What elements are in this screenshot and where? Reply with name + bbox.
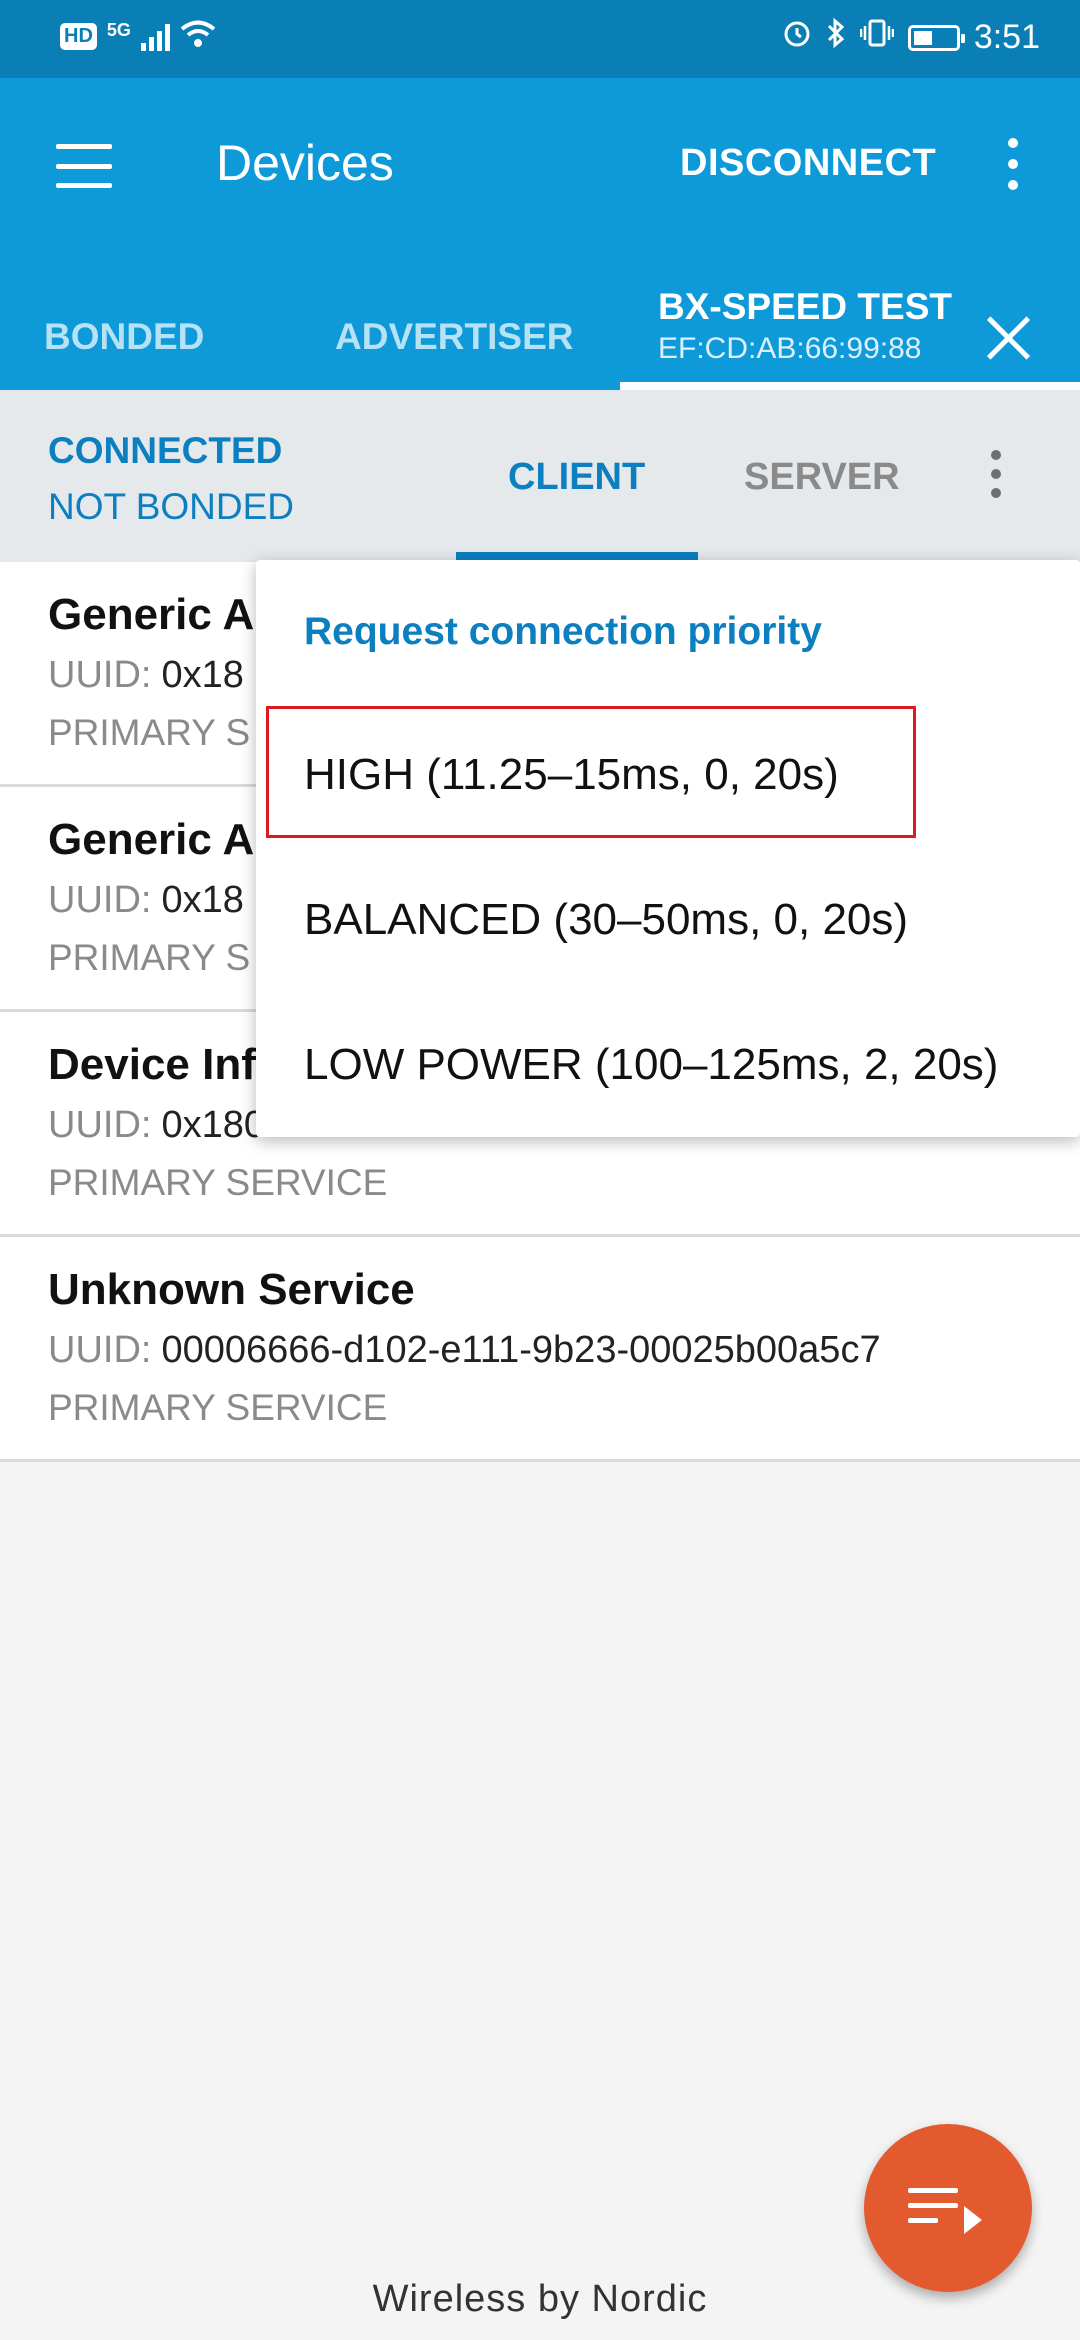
connection-priority-menu: Request connection priority HIGH (11.25–… bbox=[256, 560, 1080, 1137]
uuid-label: UUID: bbox=[48, 879, 152, 921]
wifi-icon bbox=[180, 20, 216, 53]
uuid-value: 00006666-d102-e111-9b23-00025b00a5c7 bbox=[161, 1329, 881, 1371]
battery-icon bbox=[907, 24, 965, 51]
log-icon bbox=[908, 2188, 958, 2233]
status-right: 3:51 bbox=[782, 17, 1040, 57]
service-name: Device Inf bbox=[48, 1040, 256, 1089]
menu-item-high[interactable]: HIGH (11.25–15ms, 0, 20s) bbox=[304, 750, 839, 800]
connection-more-icon[interactable] bbox=[987, 450, 1005, 498]
tab-device[interactable]: BX-SPEED TEST EF:CD:AB:66:99:88 bbox=[658, 286, 952, 366]
alarm-icon bbox=[782, 18, 812, 57]
bond-state: NOT BONDED bbox=[48, 486, 295, 527]
uuid-label: UUID: bbox=[48, 654, 152, 696]
app-bar: Devices DISCONNECT BONDED ADVERTISER BX-… bbox=[0, 78, 1080, 390]
status-left: HD 5G bbox=[60, 20, 216, 53]
more-options-icon[interactable] bbox=[1003, 138, 1023, 190]
tab-device-name: BX-SPEED TEST bbox=[658, 286, 952, 327]
hd-badge: HD bbox=[60, 23, 97, 50]
service-name: Generic A bbox=[48, 590, 255, 639]
uuid-label: UUID: bbox=[48, 1104, 152, 1146]
uuid-value: 0x18 bbox=[161, 879, 244, 921]
tab-bonded[interactable]: BONDED bbox=[44, 316, 204, 358]
footer-text: Wireless by Nordic bbox=[372, 2278, 708, 2320]
play-arrow-icon bbox=[964, 2206, 982, 2234]
service-uuid: UUID: 00006666-d102-e111-9b23-00025b00a5c… bbox=[48, 1329, 881, 1372]
list-item[interactable]: Unknown Service UUID: 00006666-d102-e111-… bbox=[0, 1237, 1080, 1462]
device-tabs: BONDED ADVERTISER BX-SPEED TEST EF:CD:AB… bbox=[0, 268, 1080, 390]
tab-advertiser[interactable]: ADVERTISER bbox=[335, 316, 573, 358]
service-name: Unknown Service bbox=[48, 1265, 415, 1314]
vibrate-icon bbox=[859, 18, 895, 57]
uuid-value: 0x18 bbox=[161, 654, 244, 696]
bluetooth-icon bbox=[826, 17, 846, 57]
log-button[interactable] bbox=[864, 2124, 1032, 2292]
disconnect-button[interactable]: DISCONNECT bbox=[680, 142, 936, 185]
tab-server[interactable]: SERVER bbox=[744, 456, 900, 499]
signal-icon bbox=[140, 23, 170, 51]
service-type: PRIMARY S bbox=[48, 937, 251, 978]
network-type: 5G bbox=[106, 20, 131, 40]
service-uuid: UUID: 0x18 bbox=[48, 879, 244, 922]
service-type: PRIMARY S bbox=[48, 712, 251, 753]
uuid-label: UUID: bbox=[48, 1329, 152, 1371]
connection-state: CONNECTED bbox=[48, 430, 283, 471]
status-time: 3:51 bbox=[973, 18, 1040, 56]
service-uuid: UUID: 0x180A bbox=[48, 1104, 290, 1147]
connection-bar: CONNECTED NOT BONDED CLIENT SERVER bbox=[0, 390, 1080, 562]
tab-device-address: EF:CD:AB:66:99:88 bbox=[658, 332, 922, 365]
service-uuid: UUID: 0x18 bbox=[48, 654, 244, 697]
subtab-indicator bbox=[456, 552, 698, 560]
tab-client[interactable]: CLIENT bbox=[508, 456, 645, 499]
service-type: PRIMARY SERVICE bbox=[48, 1387, 388, 1428]
menu-icon[interactable] bbox=[56, 144, 112, 188]
menu-item-low-power[interactable]: LOW POWER (100–125ms, 2, 20s) bbox=[304, 1040, 998, 1090]
service-type: PRIMARY SERVICE bbox=[48, 1162, 388, 1203]
service-name: Generic A bbox=[48, 815, 255, 864]
close-icon[interactable] bbox=[984, 314, 1032, 362]
menu-title: Request connection priority bbox=[304, 610, 822, 653]
menu-item-balanced[interactable]: BALANCED (30–50ms, 0, 20s) bbox=[304, 895, 908, 945]
page-title: Devices bbox=[216, 135, 394, 191]
tab-indicator bbox=[620, 382, 1080, 390]
status-bar: HD 5G 3:51 bbox=[0, 0, 1080, 78]
